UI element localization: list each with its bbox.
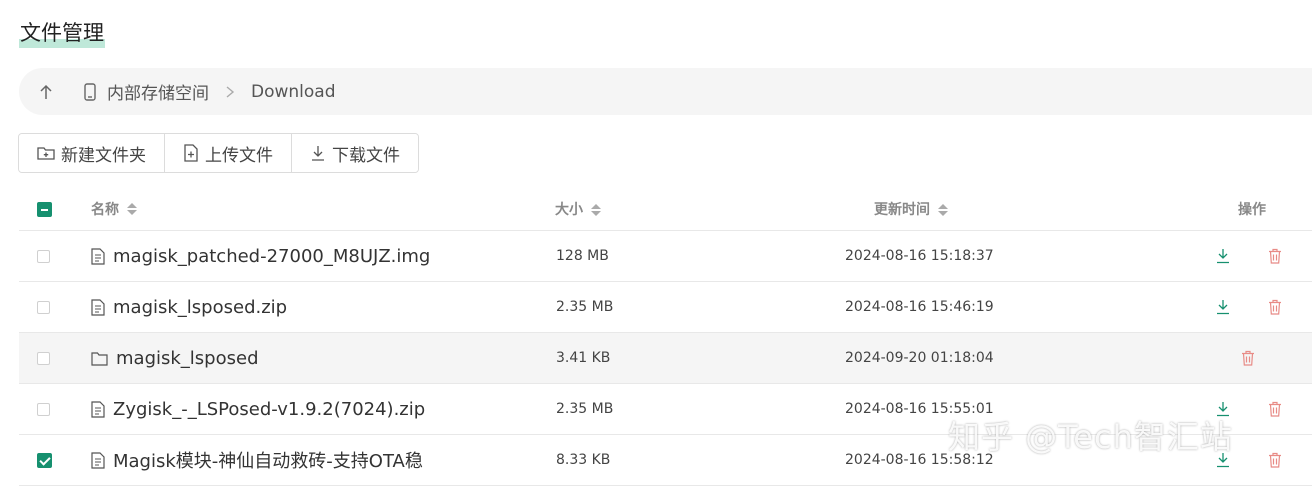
- header-time[interactable]: 更新时间: [731, 199, 1131, 219]
- file-time: 2024-08-16 15:18:37: [845, 248, 994, 264]
- file-time: 2024-09-20 01:18:04: [845, 350, 994, 366]
- file-time: 2024-08-16 15:46:19: [845, 299, 994, 315]
- header-ops: 操作: [1238, 202, 1266, 218]
- new-folder-button[interactable]: 新建文件夹: [19, 134, 165, 172]
- chevron-right-icon: [225, 85, 235, 99]
- trash-icon[interactable]: [1268, 299, 1282, 315]
- file-name[interactable]: magisk_lsposed.zip: [113, 297, 287, 318]
- breadcrumb: 内部存储空间 Download: [19, 68, 1312, 115]
- breadcrumb-root[interactable]: 内部存储空间: [83, 79, 209, 104]
- folder-icon: [91, 351, 108, 366]
- file-icon: [91, 400, 105, 418]
- download-button[interactable]: 下载文件: [292, 134, 418, 172]
- watermark: 知乎 @Tech智汇站: [948, 418, 1233, 456]
- row-checkbox[interactable]: [37, 402, 50, 416]
- trash-icon[interactable]: [1268, 401, 1282, 417]
- row-checkbox[interactable]: [37, 351, 50, 365]
- file-size: 2.35 MB: [556, 299, 614, 315]
- select-all-checkbox[interactable]: [37, 201, 52, 217]
- sort-icon: [938, 204, 948, 216]
- page-title: 文件管理: [19, 18, 105, 48]
- phone-icon: [84, 82, 96, 101]
- file-name[interactable]: magisk_lsposed: [116, 348, 259, 369]
- upload-button[interactable]: 上传文件: [165, 134, 292, 172]
- table-row[interactable]: magisk_lsposed.zip 2.35 MB 2024-08-16 15…: [19, 282, 1312, 333]
- header-size[interactable]: 大小: [531, 199, 731, 219]
- file-name[interactable]: Zygisk_-_LSPosed-v1.9.2(7024).zip: [113, 399, 425, 420]
- file-icon: [91, 451, 105, 469]
- toolbar: 新建文件夹 上传文件 下载文件: [18, 133, 419, 173]
- row-checkbox[interactable]: [37, 300, 50, 314]
- breadcrumb-root-label: 内部存储空间: [107, 84, 209, 104]
- folder-plus-icon: [37, 147, 55, 160]
- row-checkbox[interactable]: [37, 249, 50, 263]
- trash-icon[interactable]: [1241, 350, 1255, 366]
- sort-icon: [591, 204, 601, 216]
- header-name[interactable]: 名称: [71, 199, 531, 219]
- table-header: 名称 大小 更新时间 操作: [19, 188, 1312, 231]
- file-name[interactable]: Magisk模块-神仙自动救砖-支持OTA稳: [113, 447, 423, 473]
- download-icon: [312, 146, 324, 161]
- breadcrumb-current: Download: [251, 81, 336, 102]
- trash-icon[interactable]: [1268, 452, 1282, 468]
- file-icon: [91, 298, 105, 316]
- table-row[interactable]: magisk_patched-27000_M8UJZ.img 128 MB 20…: [19, 231, 1312, 282]
- upload-label: 上传文件: [205, 145, 273, 166]
- file-icon: [91, 247, 105, 265]
- file-size: 3.41 KB: [556, 350, 611, 366]
- table-row[interactable]: magisk_lsposed 3.41 KB 2024-09-20 01:18:…: [19, 333, 1312, 384]
- download-icon[interactable]: [1216, 299, 1230, 315]
- download-icon[interactable]: [1216, 248, 1230, 264]
- trash-icon[interactable]: [1268, 248, 1282, 264]
- arrow-up-icon[interactable]: [37, 83, 55, 101]
- file-size: 128 MB: [556, 248, 609, 264]
- download-label: 下载文件: [332, 145, 400, 166]
- sort-icon: [127, 203, 137, 215]
- file-plus-icon: [184, 144, 198, 162]
- row-checkbox[interactable]: [37, 452, 52, 468]
- file-size: 8.33 KB: [556, 452, 611, 468]
- file-name[interactable]: magisk_patched-27000_M8UJZ.img: [113, 246, 430, 267]
- new-folder-label: 新建文件夹: [61, 145, 146, 166]
- file-size: 2.35 MB: [556, 401, 614, 417]
